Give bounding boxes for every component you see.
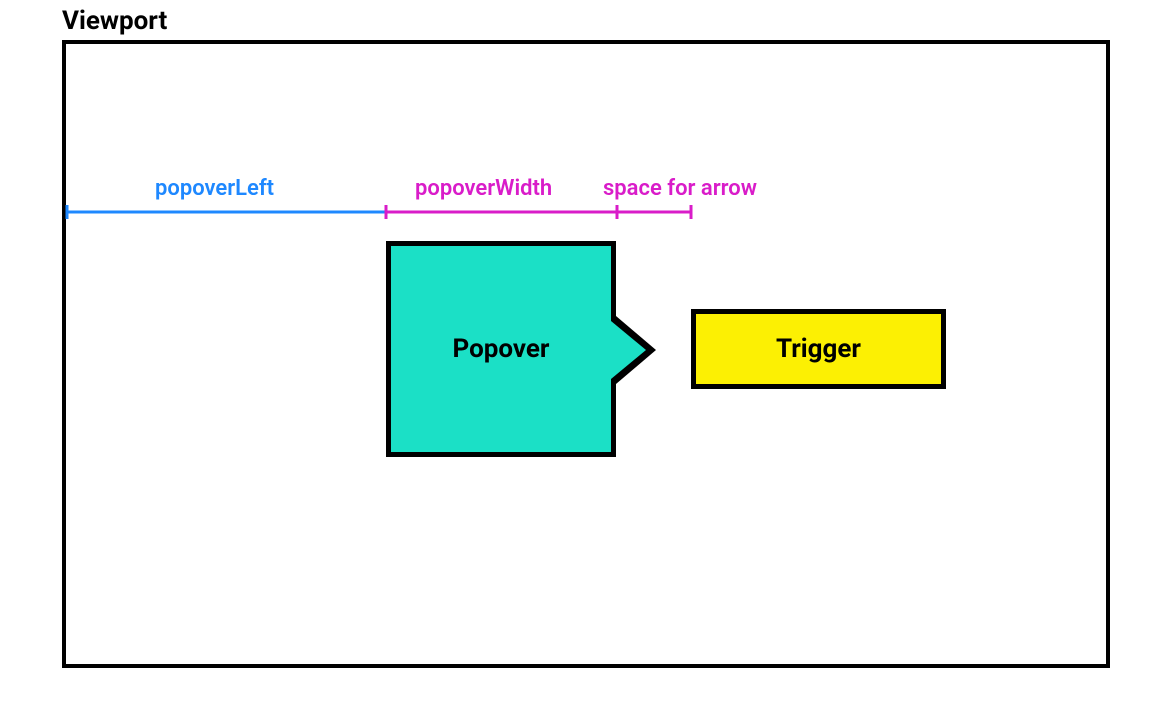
trigger-label: Trigger [776, 334, 861, 364]
viewport-title: Viewport [62, 6, 167, 36]
popover-label: Popover [453, 334, 550, 364]
popover-box: Popover [386, 241, 616, 457]
label-popover-width: popoverWidth [415, 176, 552, 201]
label-popover-left: popoverLeft [155, 176, 274, 201]
popover-arrow-inner [611, 321, 646, 379]
label-space-for-arrow: space for arrow [603, 176, 757, 201]
trigger-box: Trigger [691, 309, 946, 389]
